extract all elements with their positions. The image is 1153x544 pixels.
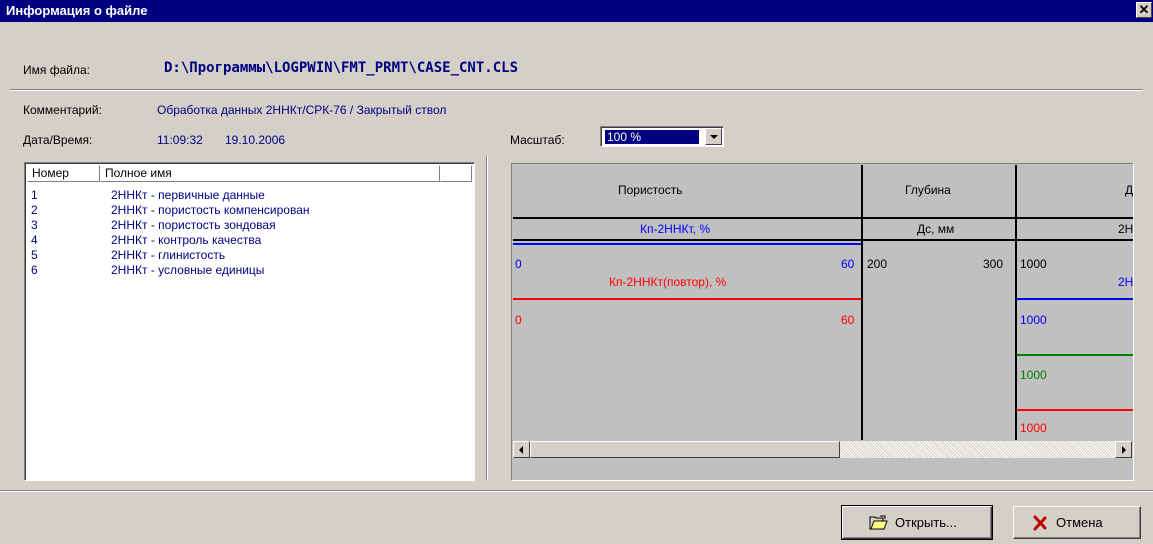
window-title: Информация о файле: [6, 3, 148, 18]
list-item-number: 6: [31, 263, 38, 277]
scale-max-porosity: 60: [841, 257, 855, 271]
list-item-name: 2ННКт - условные единицы: [111, 263, 265, 277]
chevron-down-icon[interactable]: [705, 128, 722, 145]
scale-max-depth: 300: [983, 257, 1004, 271]
scroll-thumb[interactable]: [530, 441, 840, 458]
list-item-name: 2ННКт - контроль качества: [111, 233, 262, 247]
cancel-x-icon: [1033, 515, 1047, 531]
third-track-red-line: [1017, 409, 1133, 411]
column-header-number[interactable]: Номер: [27, 165, 100, 182]
list-item-number: 2: [31, 203, 38, 217]
folder-open-icon: [869, 515, 888, 530]
list-item-number: 5: [31, 248, 38, 262]
column-header-full-name[interactable]: Полное имя: [100, 165, 440, 182]
curve-name-depth: Дс, мм: [917, 222, 955, 236]
scale-min-porosity-repeat: 0: [515, 313, 522, 327]
list-item-number: 1: [31, 188, 38, 202]
title-bar: Информация о файле ✕: [0, 0, 1153, 22]
third-track-blue-value: 1000: [1020, 313, 1047, 327]
date-value: 19.10.2006: [225, 133, 286, 147]
file-info-dialog: Информация о файле ✕ Имя файла: D:\Прогр…: [0, 0, 1153, 544]
third-track-red-value: 1000: [1020, 421, 1047, 435]
scale-label: Масштаб:: [510, 133, 565, 147]
header-separator: [513, 239, 1133, 241]
list-item-name: 2ННКт - глинистость: [111, 248, 226, 262]
curve-line-porosity-repeat: [513, 298, 861, 300]
open-button[interactable]: Открыть...: [841, 505, 993, 540]
scale-max-porosity-repeat: 60: [841, 313, 855, 327]
track-border: [1015, 165, 1017, 440]
track-title-third: Д: [1125, 183, 1134, 197]
comment-value: Обработка данных 2ННКт/СРК-76 / Закрытый…: [157, 103, 447, 117]
log-preview: Пористость Глубина Д Кп-2ННКт, % Дс, мм …: [511, 163, 1134, 481]
scale-min-porosity: 0: [515, 257, 522, 271]
comment-label: Комментарий:: [23, 103, 102, 117]
vertical-divider: [486, 156, 488, 480]
file-path: D:\Программы\LOGPWIN\FMT_PRMT\CASE_CNT.C…: [164, 60, 519, 76]
file-list[interactable]: Номер Полное имя 1 2ННКт - первичные дан…: [24, 162, 475, 481]
third-track-curve-name: 2Н: [1118, 275, 1134, 289]
cancel-button-label: Отмена: [1056, 515, 1103, 530]
scroll-left-icon[interactable]: [513, 441, 530, 458]
scale-select-value: 100 %: [605, 130, 699, 144]
scroll-right-icon[interactable]: [1115, 441, 1132, 458]
file-name-label: Имя файла:: [23, 63, 90, 77]
list-item-name: 2ННКт - пористость компенсирован: [111, 203, 310, 217]
third-track-blue-line: [1017, 298, 1133, 300]
horizontal-scrollbar[interactable]: [513, 441, 1132, 458]
third-track-green-value: 1000: [1020, 368, 1047, 382]
curve-name-porosity-repeat: Кп-2ННКт(повтор), %: [609, 275, 727, 289]
footer-divider: [0, 490, 1153, 492]
list-item-number: 4: [31, 233, 38, 247]
close-icon[interactable]: ✕: [1136, 2, 1152, 18]
list-item-name: 2ННКт - пористость зондовая: [111, 218, 276, 232]
time-value: 11:09:32: [157, 133, 203, 147]
curve-name-third: 2Н: [1118, 222, 1134, 236]
scale-min-depth: 200: [867, 257, 888, 271]
preview-canvas: Пористость Глубина Д Кп-2ННКт, % Дс, мм …: [513, 165, 1134, 440]
column-header-filler: [440, 165, 472, 182]
track-title-depth: Глубина: [905, 183, 951, 197]
list-item-name: 2ННКт - первичные данные: [111, 188, 265, 202]
scale-select[interactable]: 100 %: [600, 126, 724, 147]
datetime-label: Дата/Время:: [23, 133, 93, 147]
third-track-value: 1000: [1020, 257, 1047, 271]
header-separator: [513, 217, 1133, 219]
track-border: [861, 165, 863, 440]
curve-line-porosity: [513, 243, 861, 245]
list-item-number: 3: [31, 218, 38, 232]
open-button-label: Открыть...: [895, 515, 957, 530]
third-track-green-line: [1017, 354, 1133, 356]
track-title-porosity: Пористость: [618, 183, 683, 197]
header-divider: [10, 89, 1143, 91]
curve-name-porosity: Кп-2ННКт, %: [640, 222, 710, 236]
cancel-button[interactable]: Отмена: [1013, 506, 1141, 539]
